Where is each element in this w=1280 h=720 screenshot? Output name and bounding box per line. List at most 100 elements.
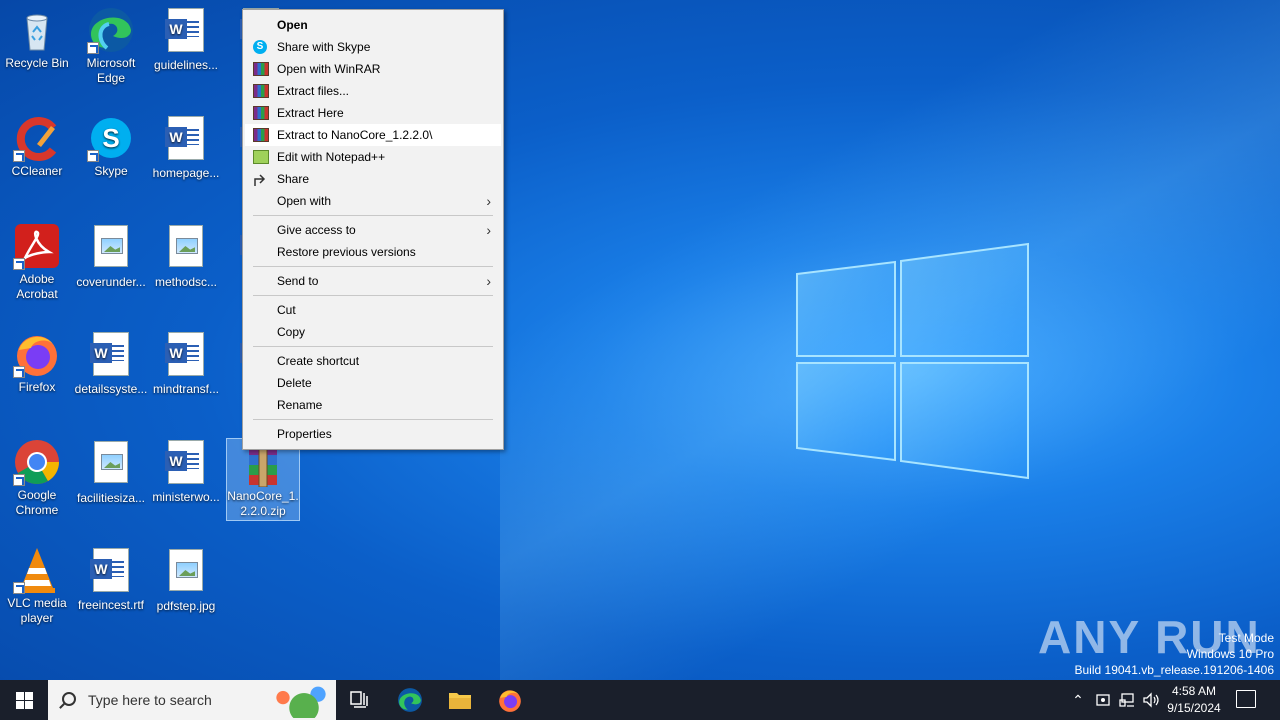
desktop-icon-pdfstep[interactable]: pdfstep.jpg bbox=[149, 546, 223, 614]
desktop-icon-facilitiesiza[interactable]: facilitiesiza... bbox=[74, 438, 148, 506]
menu-item-send-to[interactable]: Send to › bbox=[245, 270, 501, 292]
desktop-icon-label: facilitiesiza... bbox=[76, 491, 146, 505]
shortcut-arrow-icon bbox=[13, 474, 25, 486]
shortcut-arrow-icon bbox=[13, 150, 25, 162]
menu-item-share-with-skype[interactable]: S Share with Skype bbox=[245, 36, 501, 58]
desktop-icon-label: coverunder... bbox=[76, 275, 146, 289]
menu-item-open-with-winrar[interactable]: Open with WinRAR bbox=[245, 58, 501, 80]
menu-item-label: Share bbox=[277, 172, 310, 186]
menu-item-label: Open with bbox=[277, 194, 332, 208]
desktop-icon-label: mindtransf... bbox=[152, 382, 220, 396]
share-icon bbox=[253, 172, 269, 186]
acrobat-icon bbox=[13, 222, 61, 270]
desktop-icon-ministerwo[interactable]: W ministerwo... bbox=[149, 438, 223, 505]
network-icon bbox=[1119, 693, 1134, 707]
show-hidden-icons-button[interactable]: ⌃ bbox=[1068, 680, 1088, 720]
desktop-icon-label: methodsc... bbox=[154, 275, 218, 289]
menu-item-label: Edit with Notepad++ bbox=[277, 150, 386, 164]
desktop-icon-adobe-acrobat[interactable]: Adobe Acrobat bbox=[0, 222, 74, 302]
shortcut-arrow-icon bbox=[13, 582, 25, 594]
menu-item-label: Properties bbox=[277, 427, 332, 441]
word-document-icon: W bbox=[87, 548, 135, 596]
network-button[interactable] bbox=[1116, 680, 1138, 720]
taskbar-edge-button[interactable] bbox=[386, 680, 434, 720]
start-button[interactable] bbox=[0, 680, 48, 720]
menu-item-delete[interactable]: Delete bbox=[245, 372, 501, 394]
desktop-icon-guidelines[interactable]: W guidelines... bbox=[149, 6, 223, 73]
menu-item-copy[interactable]: Copy bbox=[245, 321, 501, 343]
desktop-icon-label: homepage... bbox=[152, 166, 220, 180]
desktop-icon-skype[interactable]: S Skype bbox=[74, 114, 148, 179]
desktop-icon-detailssyste[interactable]: W detailssyste... bbox=[74, 330, 148, 397]
ccleaner-icon bbox=[13, 114, 61, 162]
taskbar-search-box[interactable]: Type here to search bbox=[48, 680, 336, 720]
edge-icon bbox=[87, 6, 135, 54]
word-document-icon: W bbox=[162, 332, 210, 380]
menu-item-share[interactable]: Share bbox=[245, 168, 501, 190]
word-document-icon: W bbox=[162, 8, 210, 56]
skype-icon: S bbox=[87, 114, 135, 162]
notepadpp-icon bbox=[253, 150, 269, 164]
menu-item-restore-previous-versions[interactable]: Restore previous versions bbox=[245, 241, 501, 263]
menu-item-properties[interactable]: Properties bbox=[245, 423, 501, 445]
menu-item-extract-here[interactable]: Extract Here bbox=[245, 102, 501, 124]
edition-text: Windows 10 Pro bbox=[1186, 647, 1274, 661]
word-document-icon: W bbox=[162, 116, 210, 164]
edge-icon bbox=[398, 688, 422, 712]
desktop-icon-label: VLC media player bbox=[7, 596, 67, 625]
notification-center-icon[interactable] bbox=[1236, 690, 1256, 708]
chevron-right-icon: › bbox=[486, 222, 491, 238]
desktop-icon-label: Skype bbox=[94, 164, 128, 178]
desktop-icon-label: CCleaner bbox=[11, 164, 63, 178]
desktop-icon-label: ministerwo... bbox=[152, 490, 220, 504]
menu-item-edit-with-notepadpp[interactable]: Edit with Notepad++ bbox=[245, 146, 501, 168]
context-menu: Open S Share with Skype Open with WinRAR … bbox=[242, 9, 504, 450]
taskbar-firefox-button[interactable] bbox=[486, 680, 534, 720]
desktop-icon-mindtransf[interactable]: W mindtransf... bbox=[149, 330, 223, 397]
desktop-icon-homepage[interactable]: W homepage... bbox=[149, 114, 223, 181]
menu-item-open[interactable]: Open bbox=[245, 14, 501, 36]
windows-build-watermark: Test Mode Windows 10 Pro Build 19041.vb_… bbox=[1075, 630, 1275, 678]
desktop-icon-label: Google Chrome bbox=[15, 488, 59, 517]
menu-separator bbox=[253, 419, 493, 420]
menu-item-cut[interactable]: Cut bbox=[245, 299, 501, 321]
winrar-icon bbox=[253, 62, 269, 76]
task-view-icon bbox=[350, 691, 368, 708]
menu-item-give-access-to[interactable]: Give access to › bbox=[245, 219, 501, 241]
menu-item-create-shortcut[interactable]: Create shortcut bbox=[245, 350, 501, 372]
skype-icon: S bbox=[253, 40, 267, 54]
task-view-button[interactable] bbox=[336, 680, 384, 720]
clock-date: 9/15/2024 bbox=[1167, 701, 1221, 715]
menu-item-label: Restore previous versions bbox=[277, 245, 416, 259]
menu-item-label: Share with Skype bbox=[277, 40, 371, 54]
desktop-icon-ccleaner[interactable]: CCleaner bbox=[0, 114, 74, 179]
windows-logo-wallpaper bbox=[796, 242, 1029, 480]
taskbar-clock[interactable]: 4:58 AM 9/15/2024 bbox=[1162, 683, 1226, 717]
taskbar-file-explorer-button[interactable] bbox=[436, 680, 484, 720]
menu-item-label: Extract Here bbox=[277, 106, 344, 120]
desktop-icon-google-chrome[interactable]: Google Chrome bbox=[0, 438, 74, 518]
tray-app-button[interactable] bbox=[1092, 680, 1114, 720]
desktop-icon-nanocore-zip[interactable]: NanoCore_1.2.2.0.zip bbox=[226, 438, 300, 521]
desktop-icon-freeincest[interactable]: W freeincest.rtf bbox=[74, 546, 148, 613]
desktop-icon-recycle-bin[interactable]: Recycle Bin bbox=[0, 6, 74, 71]
desktop-icon-label: Adobe Acrobat bbox=[16, 272, 58, 301]
image-file-icon bbox=[162, 549, 210, 597]
menu-item-label: Create shortcut bbox=[277, 354, 360, 368]
menu-item-extract-to-folder[interactable]: Extract to NanoCore_1.2.2.0\ bbox=[245, 124, 501, 146]
menu-item-label: Extract files... bbox=[277, 84, 350, 98]
desktop-icon-vlc[interactable]: VLC media player bbox=[0, 546, 74, 626]
desktop-icon-microsoft-edge[interactable]: Microsoft Edge bbox=[74, 6, 148, 86]
desktop-icon-firefox[interactable]: Firefox bbox=[0, 330, 74, 395]
shortcut-arrow-icon bbox=[13, 258, 25, 270]
menu-item-open-with[interactable]: Open with › bbox=[245, 190, 501, 212]
search-highlight-illustration-icon bbox=[262, 684, 332, 718]
volume-button[interactable] bbox=[1140, 680, 1162, 720]
windows-start-icon bbox=[15, 691, 33, 709]
desktop-icon-coverunder[interactable]: coverunder... bbox=[74, 222, 148, 290]
menu-item-rename[interactable]: Rename bbox=[245, 394, 501, 416]
desktop-icon-label: detailssyste... bbox=[74, 382, 148, 396]
menu-item-label: Cut bbox=[277, 303, 296, 317]
menu-item-extract-files[interactable]: Extract files... bbox=[245, 80, 501, 102]
desktop-icon-methodsc[interactable]: methodsc... bbox=[149, 222, 223, 290]
